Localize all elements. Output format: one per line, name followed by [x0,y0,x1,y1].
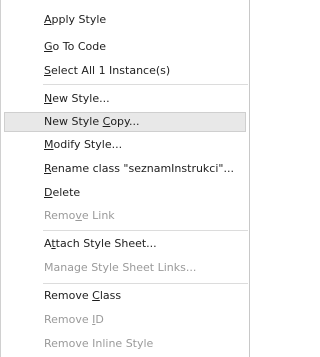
menu-item-rename-class[interactable]: Rename class "seznamInstrukci"... [4,159,246,179]
menu-item-delete[interactable]: Delete [4,183,246,203]
menu-item-attach-style-sheet[interactable]: Attach Style Sheet... [4,234,246,254]
menu-item-modify-style[interactable]: Modify Style... [4,135,246,155]
menu-item-select-all[interactable]: Select All 1 Instance(s) [4,61,246,81]
context-menu: Apply Style Go To Code Select All 1 Inst… [0,0,250,357]
menu-separator [43,283,248,284]
menu-item-new-style[interactable]: New Style... [4,89,246,109]
menu-item-remove-link[interactable]: Remove Link [4,206,246,226]
menu-separator [43,230,248,231]
menu-item-remove-id[interactable]: Remove ID [4,310,246,330]
menu-item-new-style-copy[interactable]: New Style Copy... [4,112,246,132]
menu-item-go-to-code[interactable]: Go To Code [4,37,246,57]
menu-item-manage-style-sheet-links[interactable]: Manage Style Sheet Links... [4,258,246,278]
menu-separator [43,84,248,85]
menu-item-remove-class[interactable]: Remove Class [4,286,246,306]
menu-item-apply-style[interactable]: Apply Style [4,10,246,30]
menu-item-remove-inline-style[interactable]: Remove Inline Style [4,334,246,354]
